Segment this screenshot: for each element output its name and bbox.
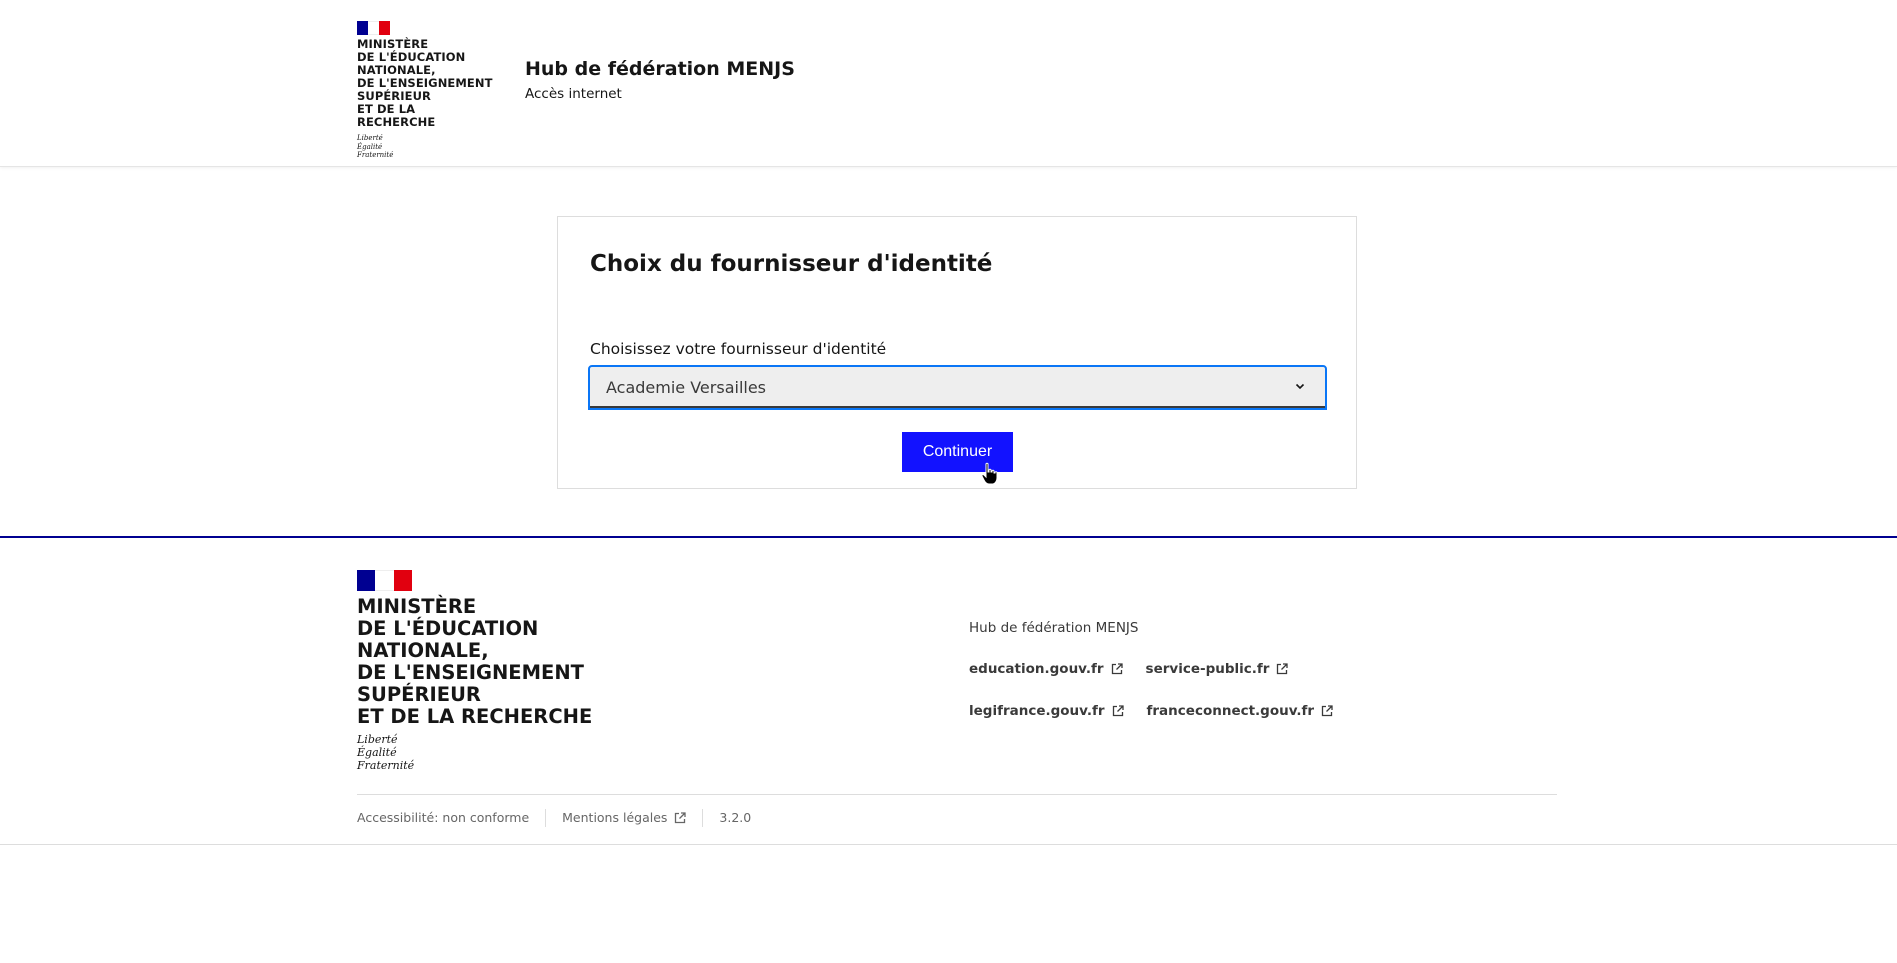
provider-select-label: Choisissez votre fournisseur d'identité [590, 340, 887, 358]
link-label: legifrance.gouv.fr [969, 703, 1105, 719]
legal-notice-label: Mentions légales [562, 810, 668, 825]
footer-bottom-bar: Accessibilité: non conforme Mentions lég… [357, 808, 751, 828]
site-header: MINISTÈRE DE L'ÉDUCATION NATIONALE, DE L… [0, 0, 1897, 167]
service-title[interactable]: Hub de fédération MENJS [525, 56, 795, 82]
footer-divider [357, 794, 1557, 795]
external-link-icon [1277, 663, 1289, 675]
divider [545, 809, 547, 827]
footer-ministry-name: MINISTÈRE DE L'ÉDUCATION NATIONALE, DE L… [357, 595, 593, 728]
republic-motto: Liberté Égalité Fraternité [357, 134, 394, 159]
link-label: service-public.fr [1145, 661, 1270, 677]
marianne-flag-icon [357, 570, 412, 591]
mouse-cursor-icon [981, 462, 998, 485]
footer-republic-motto: Liberté Égalité Fraternité [357, 733, 415, 772]
external-link-icon [1111, 663, 1123, 675]
divider [702, 809, 704, 827]
page-title: Choix du fournisseur d'identité [590, 251, 993, 277]
footer-links: education.gouv.fr service-public.fr legi… [969, 659, 1449, 721]
link-education-gouv[interactable]: education.gouv.fr [969, 659, 1123, 679]
link-label: education.gouv.fr [969, 661, 1104, 677]
version-number: 3.2.0 [719, 810, 752, 825]
external-link-icon [675, 812, 687, 824]
link-label: franceconnect.gouv.fr [1146, 703, 1315, 719]
chevron-down-icon [1295, 383, 1305, 390]
external-link-icon [1112, 705, 1124, 717]
external-link-icon [1321, 705, 1333, 717]
service-tagline: Accès internet [525, 86, 622, 102]
identity-provider-card: Choix du fournisseur d'identité Choisiss… [557, 216, 1357, 489]
link-service-public[interactable]: service-public.fr [1146, 659, 1289, 679]
provider-select[interactable]: Academie Versailles [588, 365, 1327, 410]
footer-ministry-logo[interactable]: MINISTÈRE DE L'ÉDUCATION NATIONALE, DE L… [357, 570, 617, 772]
provider-select-value: Academie Versailles [606, 378, 767, 397]
link-franceconnect[interactable]: franceconnect.gouv.fr [1147, 701, 1334, 721]
marianne-flag-icon [357, 21, 390, 35]
accessibility-link[interactable]: Accessibilité: non conforme [357, 808, 529, 828]
footer-service-title: Hub de fédération MENJS [969, 620, 1139, 636]
legal-notice-link[interactable]: Mentions légales [562, 808, 687, 828]
ministry-name: MINISTÈRE DE L'ÉDUCATION NATIONALE, DE L… [357, 37, 493, 129]
site-footer: MINISTÈRE DE L'ÉDUCATION NATIONALE, DE L… [0, 536, 1897, 845]
link-legifrance[interactable]: legifrance.gouv.fr [969, 701, 1124, 721]
ministry-logo[interactable]: MINISTÈRE DE L'ÉDUCATION NATIONALE, DE L… [357, 21, 497, 160]
service-info: Hub de fédération MENJS Accès internet [525, 56, 795, 104]
